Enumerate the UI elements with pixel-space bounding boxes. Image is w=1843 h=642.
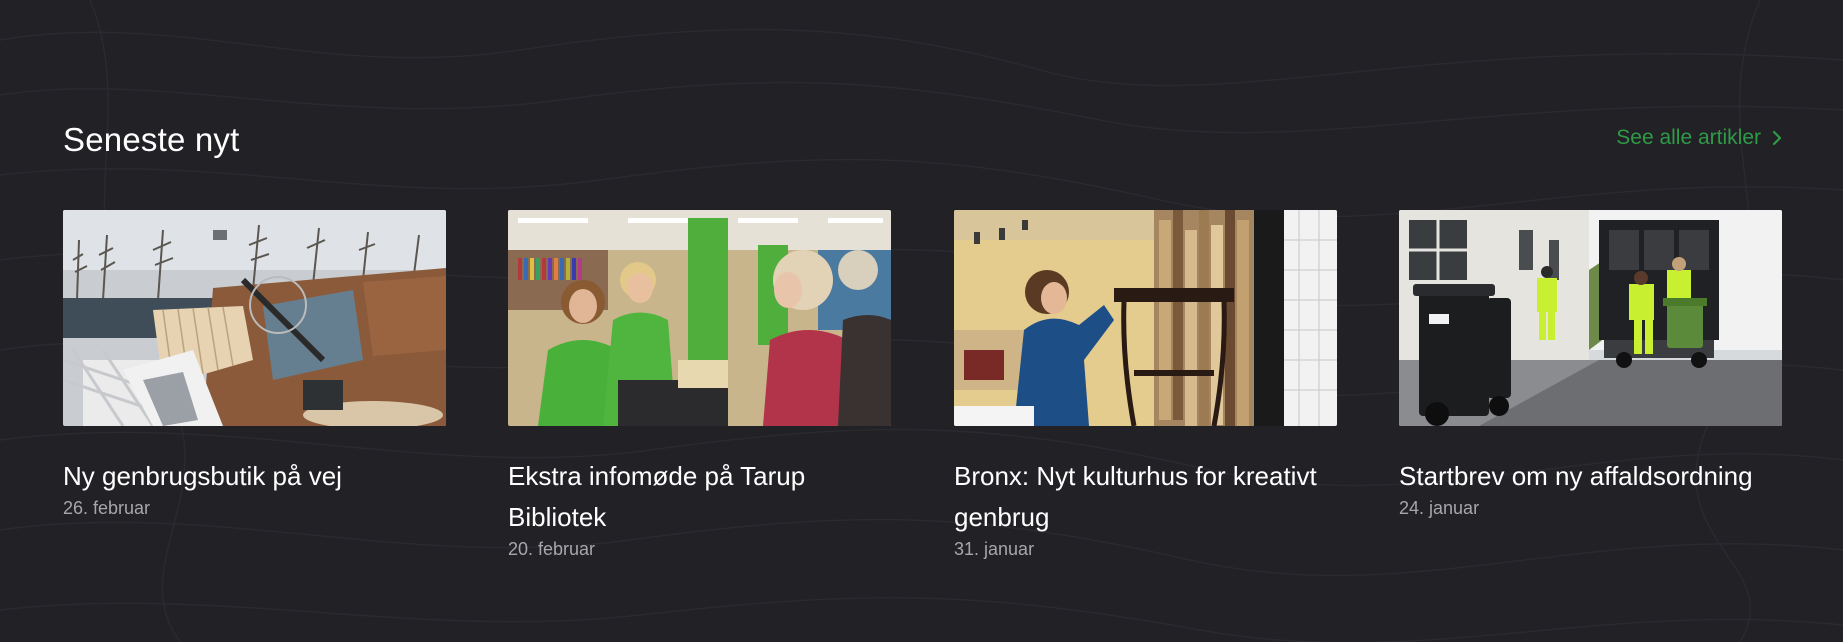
article-card[interactable]: Bronx: Nyt kulturhus for kreativt genbru…: [954, 210, 1337, 560]
article-card[interactable]: Startbrev om ny affaldsordning 24. janua…: [1399, 210, 1782, 519]
article-title: Startbrev om ny affaldsordning: [1399, 461, 1753, 491]
latest-news-section: Seneste nyt See alle artikler Ny genbrug…: [63, 0, 1783, 642]
article-card[interactable]: Ny genbrugsbutik på vej 26. februar: [63, 210, 446, 519]
article-title: Ny genbrugsbutik på vej: [63, 461, 342, 491]
article-card[interactable]: Ekstra infomøde på Tarup Bibliotek 20. f…: [508, 210, 891, 560]
chevron-right-icon: [1772, 130, 1782, 146]
article-date: 26. februar: [63, 498, 151, 518]
see-all-articles-link[interactable]: See alle artikler: [1616, 126, 1783, 150]
culture-house-photo: [954, 210, 1337, 426]
library-info-meeting-photo: [508, 210, 891, 426]
article-date: 20. februar: [508, 539, 596, 559]
recycling-container-photo: [63, 210, 446, 426]
article-title: Ekstra infomøde på Tarup Bibliotek: [508, 461, 806, 532]
section-header: Seneste nyt See alle artikler: [63, 118, 1783, 162]
section-title: Seneste nyt: [63, 121, 240, 158]
article-list: Ny genbrugsbutik på vej 26. februar Ekst…: [63, 210, 1783, 590]
article-date: 24. januar: [1399, 498, 1480, 518]
see-all-articles-label: See alle artikler: [1616, 126, 1761, 149]
article-title: Bronx: Nyt kulturhus for kreativt genbru…: [954, 461, 1317, 532]
article-date: 31. januar: [954, 539, 1035, 559]
waste-bins-street-photo: [1399, 210, 1782, 426]
